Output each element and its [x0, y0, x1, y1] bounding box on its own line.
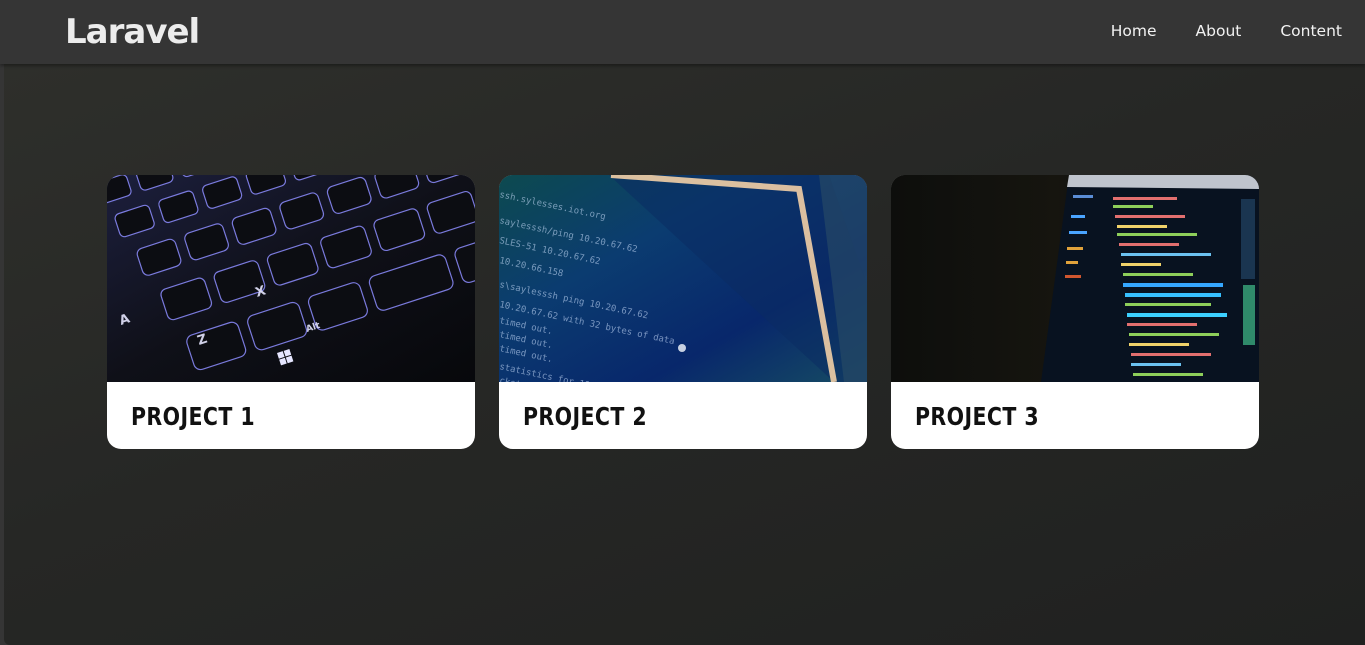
project-card-2[interactable]: ssh.sylesses.iot.org saylesssh/ping 10.2… — [499, 175, 867, 449]
project-title: PROJECT 1 — [131, 402, 255, 431]
project-card-3[interactable]: PROJECT 3 — [891, 175, 1259, 449]
brand-logo[interactable]: Laravel — [65, 10, 200, 54]
nav-links: Home About Content — [1072, 20, 1342, 42]
navbar: Laravel Home About Content — [0, 0, 1365, 64]
keyboard-illustration: A Z X Alt — [107, 175, 475, 382]
project-image-code-editor — [891, 175, 1259, 382]
project-title: PROJECT 3 — [915, 402, 1039, 431]
code-editor-illustration — [891, 175, 1259, 382]
nav-link-content[interactable]: Content — [1280, 20, 1342, 42]
project-card-1[interactable]: A Z X Alt PROJECT 1 — [107, 175, 475, 449]
project-cards: A Z X Alt PROJECT 1 ssh.sylesses.iot.org… — [107, 175, 1259, 449]
app-window: Laravel Home About Content A Z X Alt PRO… — [0, 0, 1365, 645]
project-image-keyboard: A Z X Alt — [107, 175, 475, 382]
nav-link-about[interactable]: About — [1196, 20, 1242, 42]
terminal-illustration: ssh.sylesses.iot.org saylesssh/ping 10.2… — [499, 175, 867, 382]
nav-link-home[interactable]: Home — [1111, 20, 1157, 42]
project-image-terminal: ssh.sylesses.iot.org saylesssh/ping 10.2… — [499, 175, 867, 382]
project-title: PROJECT 2 — [523, 402, 647, 431]
